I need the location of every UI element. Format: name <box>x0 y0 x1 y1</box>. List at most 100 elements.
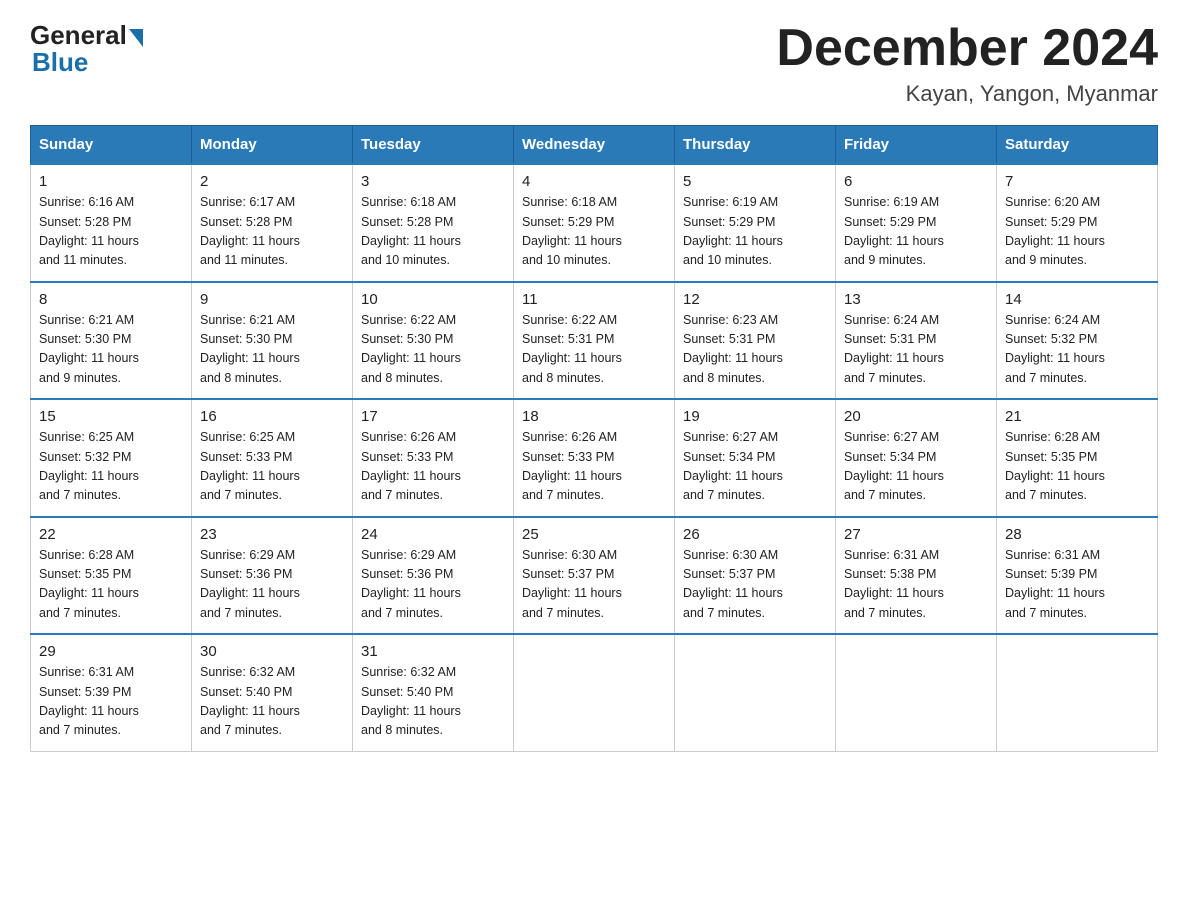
day-number: 3 <box>361 173 505 190</box>
day-info: Sunrise: 6:21 AMSunset: 5:30 PMDaylight:… <box>39 313 139 385</box>
day-info: Sunrise: 6:30 AMSunset: 5:37 PMDaylight:… <box>683 548 783 620</box>
day-info: Sunrise: 6:24 AMSunset: 5:32 PMDaylight:… <box>1005 313 1105 385</box>
day-cell: 24 Sunrise: 6:29 AMSunset: 5:36 PMDaylig… <box>353 517 514 635</box>
day-cell: 11 Sunrise: 6:22 AMSunset: 5:31 PMDaylig… <box>514 282 675 400</box>
logo: General Blue <box>30 20 143 78</box>
logo-arrow-icon <box>129 29 143 47</box>
day-info: Sunrise: 6:28 AMSunset: 5:35 PMDaylight:… <box>39 548 139 620</box>
day-cell: 16 Sunrise: 6:25 AMSunset: 5:33 PMDaylig… <box>192 399 353 517</box>
logo-blue-text: Blue <box>30 47 88 78</box>
day-cell: 17 Sunrise: 6:26 AMSunset: 5:33 PMDaylig… <box>353 399 514 517</box>
calendar-title: December 2024 <box>776 20 1158 77</box>
header-saturday: Saturday <box>997 126 1158 165</box>
day-info: Sunrise: 6:31 AMSunset: 5:39 PMDaylight:… <box>1005 548 1105 620</box>
day-info: Sunrise: 6:25 AMSunset: 5:32 PMDaylight:… <box>39 430 139 502</box>
day-number: 24 <box>361 526 505 543</box>
day-info: Sunrise: 6:31 AMSunset: 5:39 PMDaylight:… <box>39 665 139 737</box>
day-number: 2 <box>200 173 344 190</box>
day-info: Sunrise: 6:32 AMSunset: 5:40 PMDaylight:… <box>361 665 461 737</box>
week-row-4: 22 Sunrise: 6:28 AMSunset: 5:35 PMDaylig… <box>31 517 1158 635</box>
day-number: 17 <box>361 408 505 425</box>
day-number: 13 <box>844 291 988 308</box>
day-cell: 29 Sunrise: 6:31 AMSunset: 5:39 PMDaylig… <box>31 634 192 751</box>
day-cell: 13 Sunrise: 6:24 AMSunset: 5:31 PMDaylig… <box>836 282 997 400</box>
title-block: December 2024 Kayan, Yangon, Myanmar <box>776 20 1158 107</box>
day-cell: 22 Sunrise: 6:28 AMSunset: 5:35 PMDaylig… <box>31 517 192 635</box>
day-number: 12 <box>683 291 827 308</box>
day-cell: 31 Sunrise: 6:32 AMSunset: 5:40 PMDaylig… <box>353 634 514 751</box>
day-number: 16 <box>200 408 344 425</box>
day-number: 14 <box>1005 291 1149 308</box>
day-info: Sunrise: 6:29 AMSunset: 5:36 PMDaylight:… <box>200 548 300 620</box>
day-number: 28 <box>1005 526 1149 543</box>
day-number: 20 <box>844 408 988 425</box>
day-info: Sunrise: 6:17 AMSunset: 5:28 PMDaylight:… <box>200 195 300 267</box>
day-cell: 27 Sunrise: 6:31 AMSunset: 5:38 PMDaylig… <box>836 517 997 635</box>
day-number: 30 <box>200 643 344 660</box>
header-thursday: Thursday <box>675 126 836 165</box>
day-cell <box>997 634 1158 751</box>
day-cell: 6 Sunrise: 6:19 AMSunset: 5:29 PMDayligh… <box>836 164 997 282</box>
day-number: 23 <box>200 526 344 543</box>
day-number: 11 <box>522 291 666 308</box>
day-number: 7 <box>1005 173 1149 190</box>
day-cell: 12 Sunrise: 6:23 AMSunset: 5:31 PMDaylig… <box>675 282 836 400</box>
day-info: Sunrise: 6:19 AMSunset: 5:29 PMDaylight:… <box>683 195 783 267</box>
day-info: Sunrise: 6:31 AMSunset: 5:38 PMDaylight:… <box>844 548 944 620</box>
day-cell: 8 Sunrise: 6:21 AMSunset: 5:30 PMDayligh… <box>31 282 192 400</box>
day-number: 5 <box>683 173 827 190</box>
day-cell <box>836 634 997 751</box>
day-info: Sunrise: 6:22 AMSunset: 5:31 PMDaylight:… <box>522 313 622 385</box>
header-monday: Monday <box>192 126 353 165</box>
day-info: Sunrise: 6:29 AMSunset: 5:36 PMDaylight:… <box>361 548 461 620</box>
day-cell: 26 Sunrise: 6:30 AMSunset: 5:37 PMDaylig… <box>675 517 836 635</box>
week-row-3: 15 Sunrise: 6:25 AMSunset: 5:32 PMDaylig… <box>31 399 1158 517</box>
header-sunday: Sunday <box>31 126 192 165</box>
week-row-1: 1 Sunrise: 6:16 AMSunset: 5:28 PMDayligh… <box>31 164 1158 282</box>
day-number: 27 <box>844 526 988 543</box>
day-number: 9 <box>200 291 344 308</box>
day-cell: 23 Sunrise: 6:29 AMSunset: 5:36 PMDaylig… <box>192 517 353 635</box>
day-info: Sunrise: 6:27 AMSunset: 5:34 PMDaylight:… <box>683 430 783 502</box>
day-number: 1 <box>39 173 183 190</box>
day-cell: 2 Sunrise: 6:17 AMSunset: 5:28 PMDayligh… <box>192 164 353 282</box>
day-info: Sunrise: 6:23 AMSunset: 5:31 PMDaylight:… <box>683 313 783 385</box>
day-cell: 18 Sunrise: 6:26 AMSunset: 5:33 PMDaylig… <box>514 399 675 517</box>
day-info: Sunrise: 6:16 AMSunset: 5:28 PMDaylight:… <box>39 195 139 267</box>
day-cell: 1 Sunrise: 6:16 AMSunset: 5:28 PMDayligh… <box>31 164 192 282</box>
day-info: Sunrise: 6:25 AMSunset: 5:33 PMDaylight:… <box>200 430 300 502</box>
week-row-5: 29 Sunrise: 6:31 AMSunset: 5:39 PMDaylig… <box>31 634 1158 751</box>
day-cell: 7 Sunrise: 6:20 AMSunset: 5:29 PMDayligh… <box>997 164 1158 282</box>
day-number: 10 <box>361 291 505 308</box>
day-cell: 25 Sunrise: 6:30 AMSunset: 5:37 PMDaylig… <box>514 517 675 635</box>
day-cell <box>675 634 836 751</box>
day-info: Sunrise: 6:18 AMSunset: 5:29 PMDaylight:… <box>522 195 622 267</box>
day-cell: 21 Sunrise: 6:28 AMSunset: 5:35 PMDaylig… <box>997 399 1158 517</box>
day-info: Sunrise: 6:32 AMSunset: 5:40 PMDaylight:… <box>200 665 300 737</box>
day-info: Sunrise: 6:20 AMSunset: 5:29 PMDaylight:… <box>1005 195 1105 267</box>
day-number: 15 <box>39 408 183 425</box>
day-cell: 4 Sunrise: 6:18 AMSunset: 5:29 PMDayligh… <box>514 164 675 282</box>
day-info: Sunrise: 6:19 AMSunset: 5:29 PMDaylight:… <box>844 195 944 267</box>
day-number: 29 <box>39 643 183 660</box>
day-cell: 9 Sunrise: 6:21 AMSunset: 5:30 PMDayligh… <box>192 282 353 400</box>
header-tuesday: Tuesday <box>353 126 514 165</box>
day-number: 6 <box>844 173 988 190</box>
page-header: General Blue December 2024 Kayan, Yangon… <box>30 20 1158 107</box>
day-info: Sunrise: 6:27 AMSunset: 5:34 PMDaylight:… <box>844 430 944 502</box>
day-cell: 14 Sunrise: 6:24 AMSunset: 5:32 PMDaylig… <box>997 282 1158 400</box>
day-cell: 20 Sunrise: 6:27 AMSunset: 5:34 PMDaylig… <box>836 399 997 517</box>
day-number: 22 <box>39 526 183 543</box>
header-friday: Friday <box>836 126 997 165</box>
day-number: 18 <box>522 408 666 425</box>
day-number: 19 <box>683 408 827 425</box>
day-info: Sunrise: 6:26 AMSunset: 5:33 PMDaylight:… <box>522 430 622 502</box>
day-number: 4 <box>522 173 666 190</box>
day-cell: 28 Sunrise: 6:31 AMSunset: 5:39 PMDaylig… <box>997 517 1158 635</box>
day-info: Sunrise: 6:30 AMSunset: 5:37 PMDaylight:… <box>522 548 622 620</box>
calendar-table: SundayMondayTuesdayWednesdayThursdayFrid… <box>30 125 1158 752</box>
day-cell: 10 Sunrise: 6:22 AMSunset: 5:30 PMDaylig… <box>353 282 514 400</box>
day-cell: 30 Sunrise: 6:32 AMSunset: 5:40 PMDaylig… <box>192 634 353 751</box>
calendar-subtitle: Kayan, Yangon, Myanmar <box>776 81 1158 107</box>
day-cell: 19 Sunrise: 6:27 AMSunset: 5:34 PMDaylig… <box>675 399 836 517</box>
